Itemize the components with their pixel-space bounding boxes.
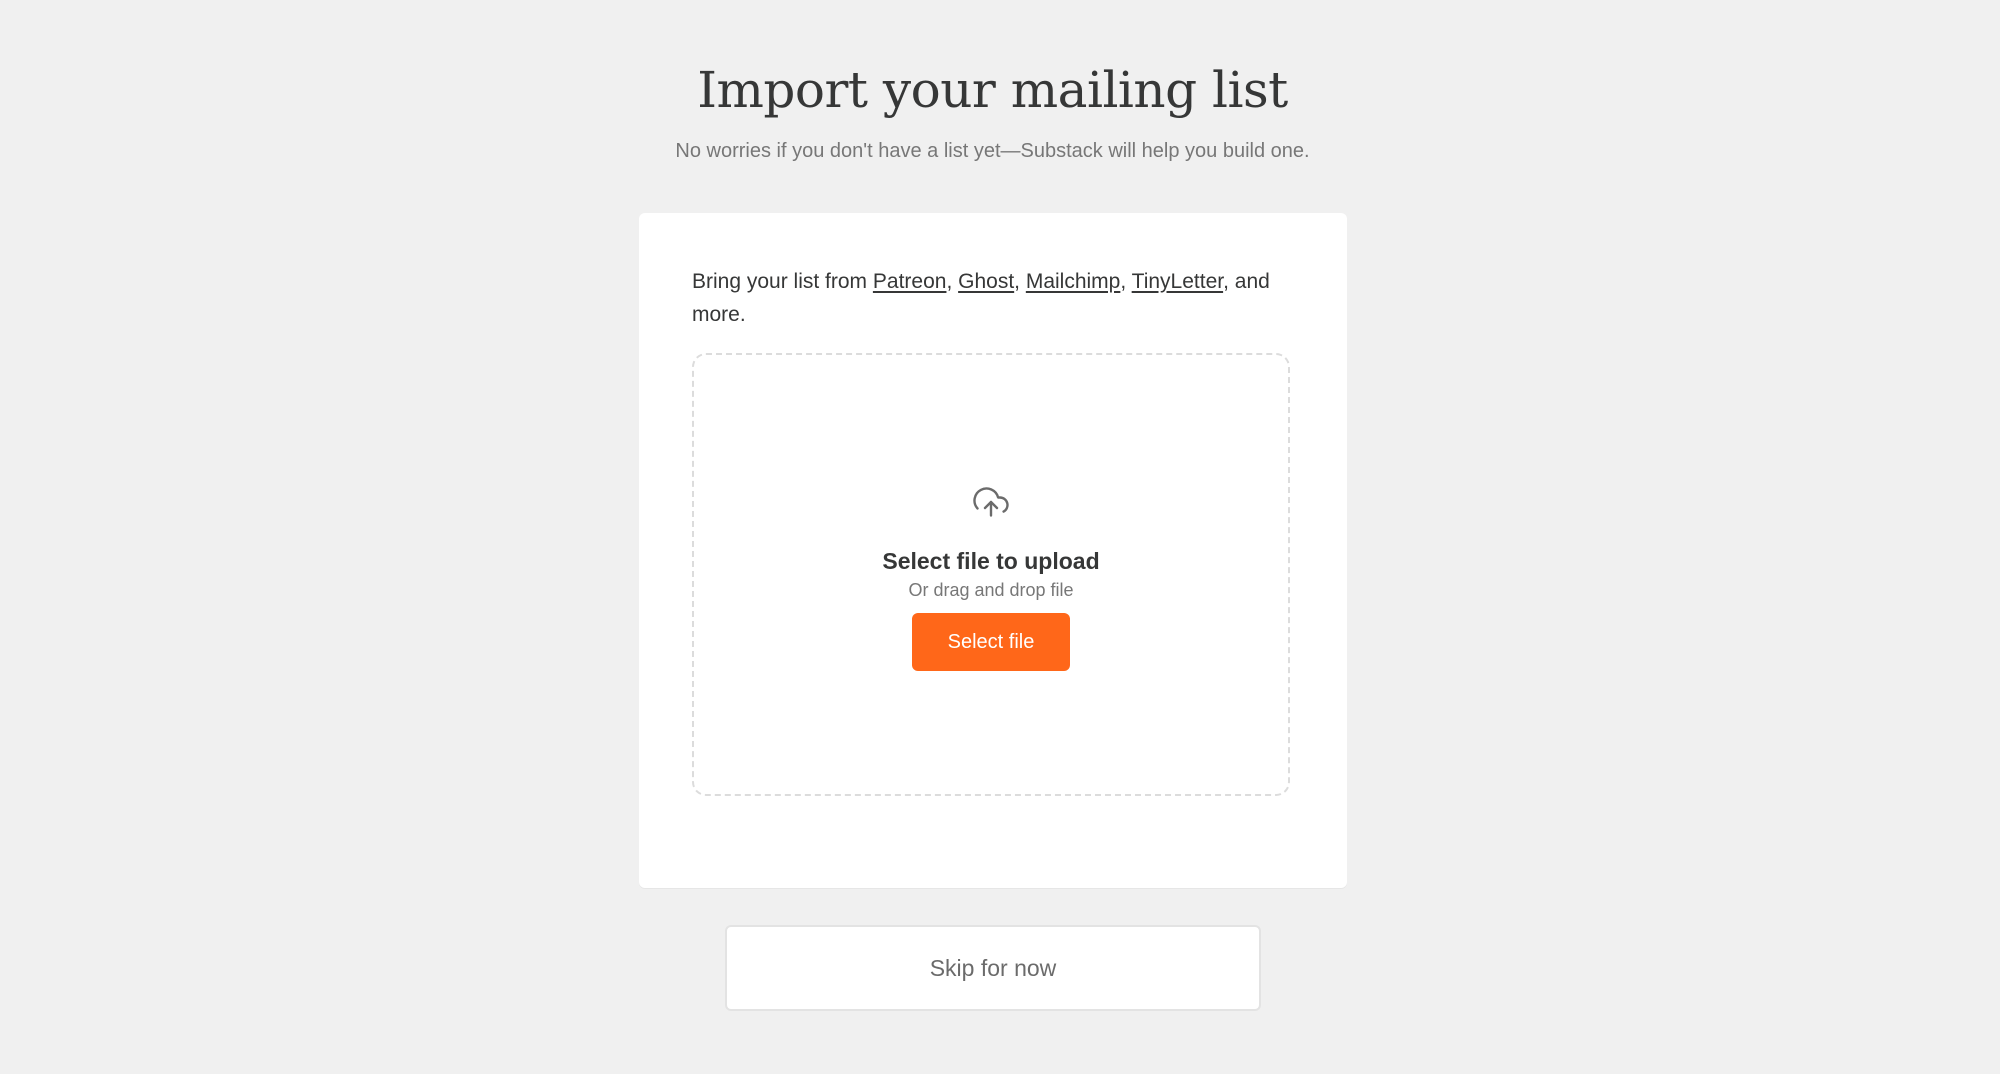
intro-prefix: Bring your list from bbox=[692, 270, 873, 293]
cloud-upload-icon bbox=[973, 487, 1009, 517]
import-intro-text: Bring your list from Patreon, Ghost, Mai… bbox=[692, 265, 1292, 331]
upload-heading: Select file to upload bbox=[882, 548, 1100, 574]
intro-separator: , bbox=[946, 270, 959, 293]
link-ghost[interactable]: Ghost bbox=[958, 270, 1014, 293]
intro-separator: , bbox=[1014, 270, 1026, 293]
import-card: Bring your list from Patreon, Ghost, Mai… bbox=[639, 213, 1347, 888]
upload-subtext: Or drag and drop file bbox=[908, 580, 1074, 600]
link-tinyletter[interactable]: TinyLetter bbox=[1132, 270, 1223, 293]
skip-for-now-button[interactable]: Skip for now bbox=[725, 925, 1261, 1011]
intro-separator: , bbox=[1120, 270, 1132, 293]
page-subtitle: No worries if you don't have a list yet—… bbox=[675, 140, 1310, 162]
select-file-button[interactable]: Select file bbox=[912, 613, 1070, 671]
link-mailchimp[interactable]: Mailchimp bbox=[1026, 270, 1121, 293]
link-patreon[interactable]: Patreon bbox=[873, 270, 947, 293]
page-title: Import your mailing list bbox=[697, 61, 1288, 119]
file-dropzone[interactable]: Select file to upload Or drag and drop f… bbox=[692, 353, 1290, 796]
